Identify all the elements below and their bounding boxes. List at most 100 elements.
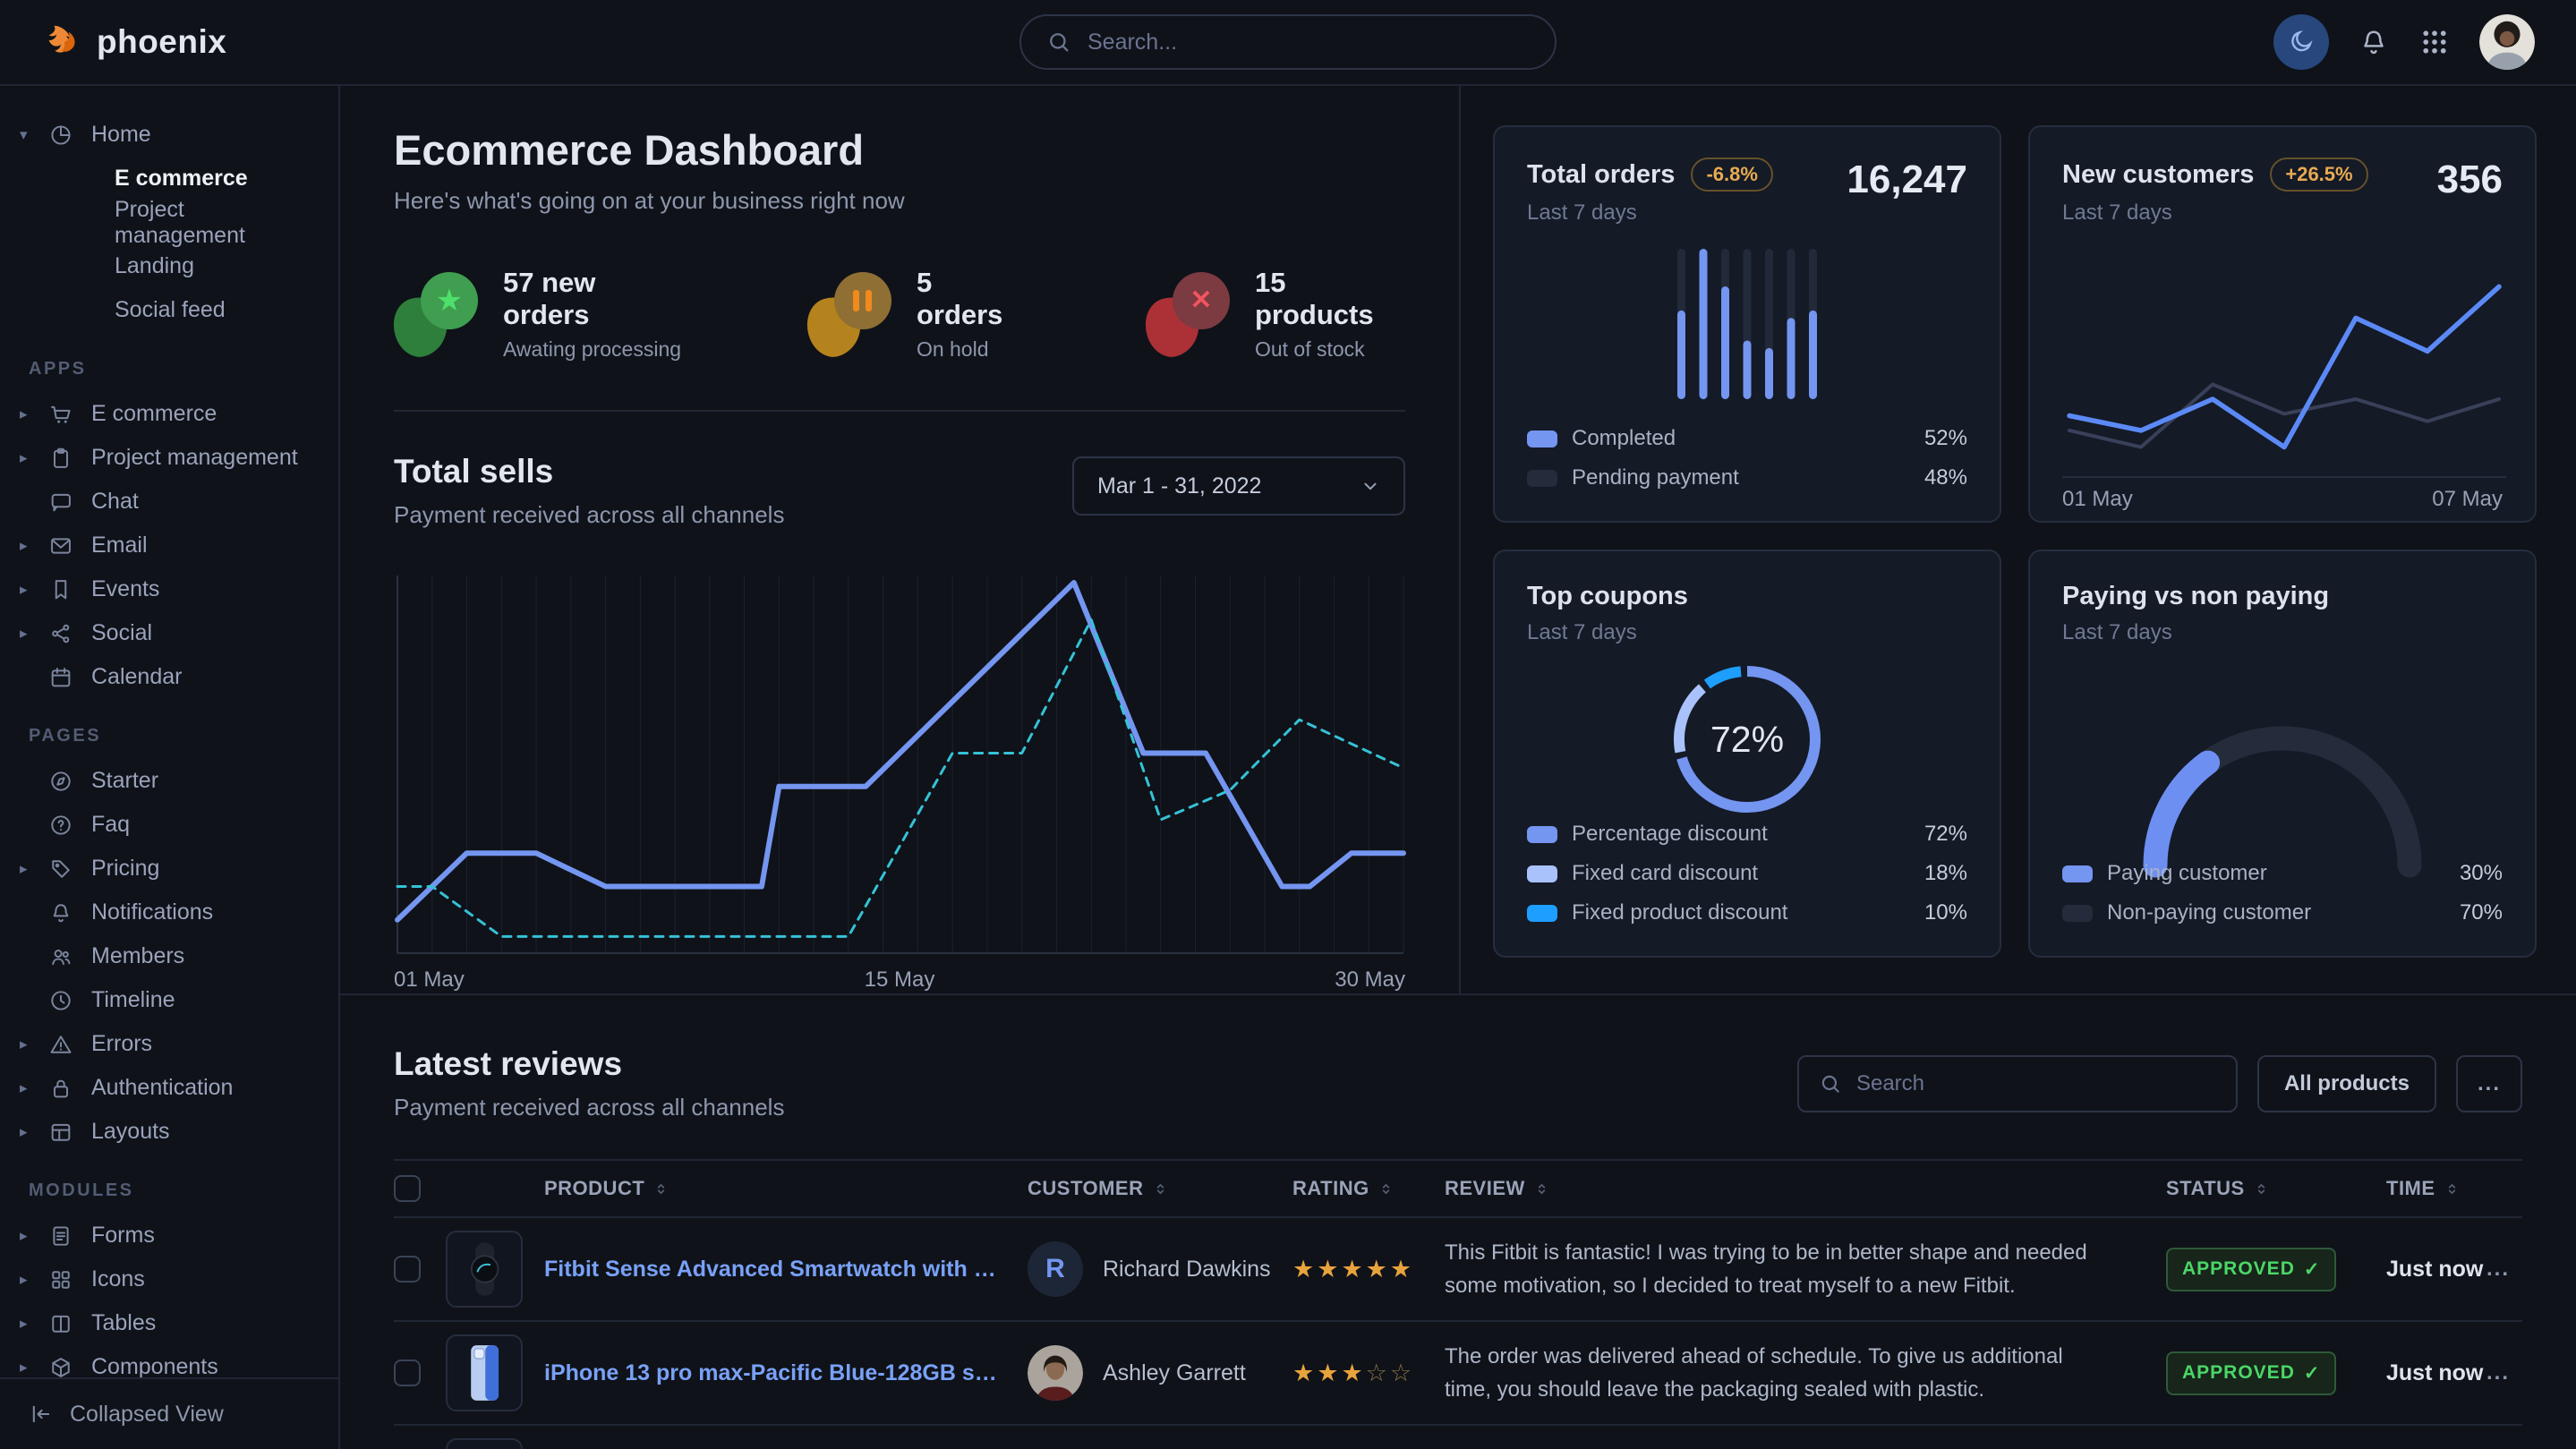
product-thumbnail[interactable]: [446, 1334, 523, 1411]
review-time: Just now: [2386, 1360, 2486, 1386]
page-subtitle: Here's what's going on at your business …: [394, 187, 1405, 215]
column-rating[interactable]: RATING: [1292, 1177, 1445, 1200]
sidebar-item-ecommerce[interactable]: ▸ E commerce: [20, 392, 319, 436]
sidebar-item-project-management[interactable]: ▸ Project management: [20, 436, 319, 480]
sidebar-item-chat[interactable]: Chat: [20, 480, 319, 524]
sidebar-item-errors[interactable]: ▸ Errors: [20, 1022, 319, 1066]
star-filled-icon: ★: [1317, 1360, 1341, 1386]
sidebar-item-social[interactable]: ▸ Social: [20, 611, 319, 655]
product-thumbnail[interactable]: [446, 1231, 523, 1308]
sidebar-item-components[interactable]: ▸ Components: [20, 1345, 319, 1377]
product-thumbnail[interactable]: [446, 1438, 523, 1449]
global-search-input[interactable]: [1088, 30, 1530, 55]
sidebar-nav: ▾ Home E commerce Project management Lan…: [0, 86, 338, 1377]
search-icon: [1046, 30, 1071, 55]
sidebar-item-notifications[interactable]: Notifications: [20, 891, 319, 934]
moon-icon: [2287, 28, 2316, 56]
notifications-button[interactable]: [2358, 26, 2390, 58]
reviews-search-input[interactable]: [1856, 1071, 2216, 1096]
reviews-controls: All products ...: [1797, 1055, 2522, 1112]
sidebar-item-ecommerce-dashboard[interactable]: E commerce: [20, 157, 319, 200]
sidebar-item-timeline[interactable]: Timeline: [20, 978, 319, 1022]
global-search[interactable]: [1019, 14, 1557, 70]
sidebar-item-authentication[interactable]: ▸ Authentication: [20, 1066, 319, 1110]
apps-menu-button[interactable]: [2418, 26, 2451, 58]
brand-logo[interactable]: phoenix: [41, 21, 226, 63]
star-filled-icon: ★: [1366, 1256, 1390, 1283]
sidebar-item-landing[interactable]: Landing: [20, 244, 319, 288]
legend-percentage-discount: Percentage discount 72%: [1527, 814, 1967, 854]
iphone-image: [451, 1340, 517, 1406]
all-products-button[interactable]: All products: [2257, 1055, 2436, 1112]
trend-badge: +26.5%: [2270, 158, 2367, 192]
row-menu-button[interactable]: ...: [2486, 1360, 2522, 1385]
sidebar-item-tables[interactable]: ▸ Tables: [20, 1301, 319, 1345]
sidebar-item-faq[interactable]: Faq: [20, 803, 319, 847]
column-review[interactable]: REVIEW: [1445, 1177, 2166, 1200]
pie-chart-icon: [48, 123, 91, 148]
collapse-sidebar-button[interactable]: Collapsed View: [0, 1377, 338, 1449]
sidebar-item-email[interactable]: ▸ Email: [20, 524, 319, 567]
row-menu-button[interactable]: ...: [2486, 1257, 2522, 1282]
total-sells-title: Total sells: [394, 453, 784, 490]
sidebar-item-calendar[interactable]: Calendar: [20, 655, 319, 699]
star-filled-icon: ★: [1341, 1360, 1365, 1386]
user-avatar[interactable]: [2479, 14, 2535, 70]
sidebar-item-project-management-dashboard[interactable]: Project management: [20, 200, 319, 244]
caret-right-icon: ▸: [20, 405, 48, 423]
sidebar-item-forms[interactable]: ▸ Forms: [20, 1214, 319, 1257]
review-text: This Fitbit is fantastic! I was trying t…: [1445, 1236, 2166, 1302]
star-filled-icon: ★: [1341, 1256, 1365, 1283]
stat-new-orders: ★ 57 new orders Awating processing: [394, 267, 682, 362]
column-customer[interactable]: CUSTOMER: [1028, 1177, 1292, 1200]
column-status[interactable]: STATUS: [2166, 1177, 2386, 1200]
collapse-left-icon: [29, 1402, 54, 1427]
divider: [394, 410, 1405, 412]
lock-icon: [48, 1076, 91, 1101]
select-all-checkbox[interactable]: [394, 1175, 421, 1202]
sidebar-item-pricing[interactable]: ▸ Pricing: [20, 847, 319, 891]
total-sells-chart: 01 May 15 May 30 May: [394, 570, 1405, 993]
reviews-more-button[interactable]: ...: [2456, 1055, 2522, 1112]
column-product[interactable]: PRODUCT: [544, 1177, 1028, 1200]
bell-icon: [48, 900, 91, 925]
chat-icon: [48, 490, 91, 515]
caret-right-icon: ▸: [20, 625, 48, 643]
sidebar-item-social-feed[interactable]: Social feed: [20, 288, 319, 332]
sort-icon: [1153, 1181, 1168, 1197]
table-icon: [48, 1311, 91, 1336]
stat-orders-on-hold: 5 orders On hold: [807, 267, 1020, 362]
sidebar-item-layouts[interactable]: ▸ Layouts: [20, 1110, 319, 1154]
caret-right-icon: ▸: [20, 1079, 48, 1097]
sidebar-item-starter[interactable]: Starter: [20, 759, 319, 803]
customer-cell[interactable]: R Richard Dawkins: [1028, 1241, 1292, 1297]
sidebar-item-members[interactable]: Members: [20, 934, 319, 978]
caret-right-icon: ▸: [20, 1227, 48, 1245]
top-coupons-card: Top coupons Last 7 days 72% Percentage d…: [1493, 550, 2001, 958]
reviews-search[interactable]: [1797, 1055, 2238, 1112]
sidebar-item-home[interactable]: ▾ Home: [20, 113, 319, 157]
column-time[interactable]: TIME: [2386, 1177, 2486, 1200]
row-checkbox[interactable]: [394, 1256, 421, 1283]
sidebar-item-icons[interactable]: ▸ Icons: [20, 1257, 319, 1301]
phoenix-flame-icon: [41, 21, 82, 63]
latest-reviews-section: Latest reviews Payment received across a…: [340, 995, 2576, 1449]
trend-badge: -6.8%: [1691, 158, 1772, 192]
rating-stars: ★★★★★: [1292, 1256, 1445, 1283]
table-row: iPhone 13 pro max-Pacific Blue-128GB sto…: [394, 1322, 2522, 1426]
theme-toggle-button[interactable]: [2273, 14, 2329, 70]
product-link[interactable]: iPhone 13 pro max-Pacific Blue-128GB sto…: [544, 1360, 1028, 1386]
tag-icon: [48, 857, 91, 882]
caret-right-icon: ▸: [20, 1123, 48, 1141]
legend-nonpaying-customer: Non-paying customer 70%: [2062, 893, 2503, 933]
row-checkbox[interactable]: [394, 1360, 421, 1386]
star-filled-icon: ★: [1390, 1256, 1414, 1283]
status-badge: APPROVED✓: [2166, 1248, 2336, 1291]
share-icon: [48, 621, 91, 646]
sidebar-item-events[interactable]: ▸ Events: [20, 567, 319, 611]
customer-cell[interactable]: Ashley Garrett: [1028, 1345, 1292, 1401]
page-title: Ecommerce Dashboard: [394, 125, 1405, 175]
donut-center-label: 72%: [1662, 654, 1832, 824]
product-link[interactable]: Fitbit Sense Advanced Smartwatch with To…: [544, 1257, 1028, 1283]
date-range-select[interactable]: Mar 1 - 31, 2022: [1072, 456, 1405, 516]
